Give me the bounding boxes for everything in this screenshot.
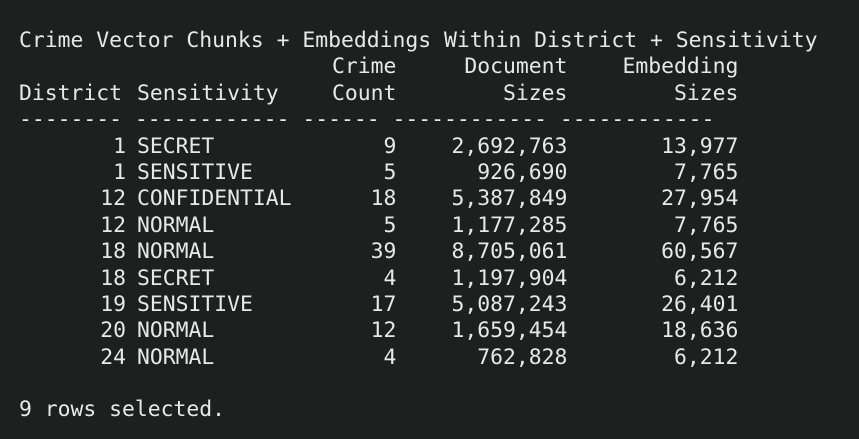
cell-crime-count: 4	[383, 344, 397, 370]
cell-sensitivity: SECRET	[137, 133, 215, 159]
cell-district: 24	[100, 344, 126, 370]
cell-crime-count: 39	[370, 239, 397, 265]
cell-embedding-sizes: 7,765	[674, 212, 739, 238]
header-crime-count-line1: Crime	[332, 54, 397, 80]
header-sensitivity: Sensitivity	[137, 80, 279, 106]
cell-crime-count: 18	[370, 186, 397, 212]
terminal-window[interactable]: Crime Vector Chunks + Embeddings Within …	[0, 0, 859, 439]
header-document-sizes-line1: Document	[464, 54, 568, 80]
cell-document-sizes: 2,692,763	[451, 133, 568, 159]
cell-sensitivity: NORMAL	[137, 212, 215, 238]
cell-district: 12	[100, 186, 126, 212]
column-header-line-1: Crime Document Embedding	[19, 54, 859, 80]
column-header-line-2: District Sensitivity Count Sizes Sizes	[19, 81, 859, 107]
cell-district: 20	[100, 318, 126, 344]
report-title: Crime Vector Chunks + Embeddings Within …	[19, 28, 818, 53]
table-row: 18 SECRET 4 1,197,904 6,212	[19, 266, 859, 292]
cell-crime-count: 4	[383, 265, 397, 291]
table-row: 1 SECRET 9 2,692,763 13,977	[19, 134, 859, 160]
cell-embedding-sizes: 7,765	[674, 159, 739, 185]
cell-document-sizes: 5,387,849	[451, 186, 568, 212]
cell-crime-count: 17	[370, 291, 397, 317]
cell-embedding-sizes: 6,212	[674, 265, 739, 291]
cell-sensitivity: SENSITIVE	[137, 291, 253, 317]
cell-document-sizes: 1,659,454	[451, 318, 568, 344]
header-document-sizes: Sizes	[503, 80, 568, 106]
cell-embedding-sizes: 13,977	[661, 133, 739, 159]
table-row: 12 NORMAL 5 1,177,285 7,765	[19, 213, 859, 239]
cell-document-sizes: 1,197,904	[451, 265, 568, 291]
rows-selected-footer: 9 rows selected.	[19, 397, 226, 423]
cell-district: 12	[100, 212, 126, 238]
result-rows: 1 SECRET 9 2,692,763 13,977 1 SENSITIVE 5 926,69…	[19, 134, 859, 372]
cell-crime-count: 9	[383, 133, 397, 159]
cell-district: 1	[113, 159, 126, 185]
header-embedding-sizes: Sizes	[674, 80, 739, 106]
cell-embedding-sizes: 60,567	[661, 239, 739, 265]
header-embedding-sizes-line1: Embedding	[622, 54, 739, 80]
cell-document-sizes: 1,177,285	[451, 212, 568, 238]
header-separator: -------- ------------ ------ -----------…	[19, 107, 715, 133]
header-sensitivity-line1	[137, 54, 304, 80]
table-row: 1 SENSITIVE 5 926,690 7,765	[19, 160, 859, 186]
header-district: District	[19, 80, 123, 106]
cell-embedding-sizes: 6,212	[674, 344, 739, 370]
header-crime-count: Count	[332, 80, 397, 106]
cell-document-sizes: 926,690	[477, 159, 568, 185]
table-row: 20 NORMAL 12 1,659,454 18,636	[19, 318, 859, 344]
cell-sensitivity: NORMAL	[137, 239, 215, 265]
cell-district: 1	[113, 133, 126, 159]
table-row: 12 CONFIDENTIAL 18 5,387,849 27,954	[19, 186, 859, 212]
cell-crime-count: 12	[370, 318, 397, 344]
cell-embedding-sizes: 27,954	[661, 186, 739, 212]
cell-sensitivity: NORMAL	[137, 344, 215, 370]
cell-document-sizes: 5,087,243	[451, 291, 568, 317]
cell-document-sizes: 762,828	[477, 344, 568, 370]
cell-sensitivity: SENSITIVE	[137, 159, 253, 185]
header-district-line1	[19, 54, 126, 80]
cell-document-sizes: 8,705,061	[451, 239, 568, 265]
cell-embedding-sizes: 18,636	[661, 318, 739, 344]
table-row: 19 SENSITIVE 17 5,087,243 26,401	[19, 292, 859, 318]
cell-district: 18	[100, 239, 126, 265]
cell-sensitivity: SECRET	[137, 265, 215, 291]
table-row: 24 NORMAL 4 762,828 6,212	[19, 345, 859, 371]
cell-embedding-sizes: 26,401	[661, 291, 739, 317]
cell-sensitivity: NORMAL	[137, 318, 215, 344]
cell-district: 19	[100, 291, 126, 317]
cell-crime-count: 5	[383, 159, 397, 185]
cell-sensitivity: CONFIDENTIAL	[137, 186, 292, 212]
cell-crime-count: 5	[383, 212, 397, 238]
cell-district: 18	[100, 265, 126, 291]
table-row: 18 NORMAL 39 8,705,061 60,567	[19, 239, 859, 265]
